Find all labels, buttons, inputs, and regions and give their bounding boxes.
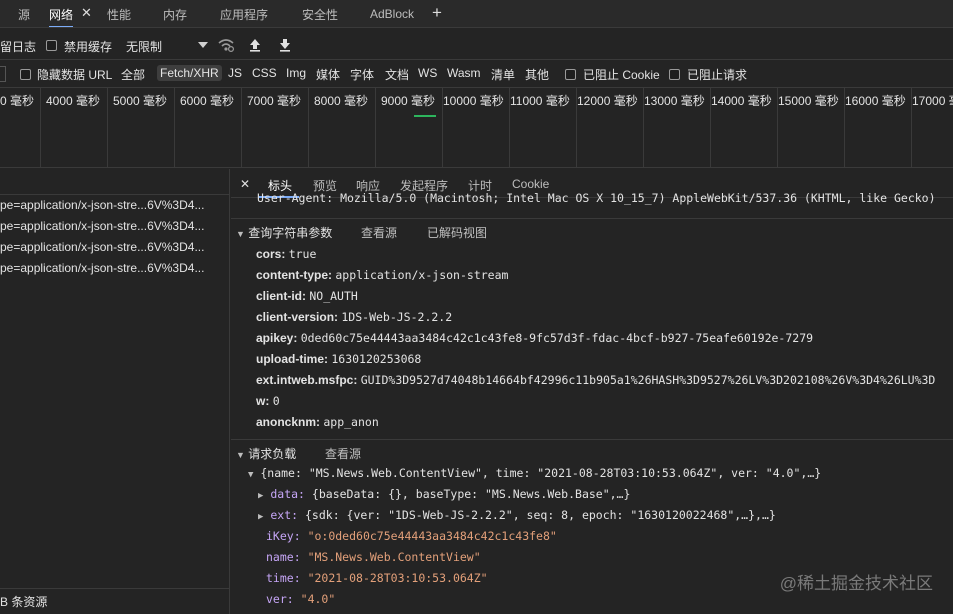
query-param: upload-time: 1630120253068 [256, 352, 422, 366]
filter-bar: 隐藏数据 URL 全部 Fetch/XHR JS CSS Img 媒体 字体 文… [0, 61, 953, 88]
request-payload-title[interactable]: ▼ 请求负载 [236, 445, 296, 462]
query-param: apikey: 0ded60c75e44443aa3484c42c1c43fe8… [256, 331, 814, 345]
import-har-icon[interactable] [248, 38, 262, 52]
filter-fetch-xhr[interactable]: Fetch/XHR [157, 65, 222, 81]
tab-memory[interactable]: 内存 [163, 0, 187, 27]
timeline-tick: 15000 毫秒 [778, 94, 839, 108]
tab-performance[interactable]: 性能 [107, 0, 131, 27]
table-row[interactable]: pe=application/x-json-stre...6V%3D4... [0, 216, 229, 237]
tab-application[interactable]: 应用程序 [220, 0, 268, 27]
resources-summary: B 条资源 [0, 588, 229, 614]
user-agent-line: User-Agent: Mozilla/5.0 (Macintosh; Inte… [257, 191, 936, 205]
filter-wasm[interactable]: Wasm [447, 66, 481, 80]
filter-manifest[interactable]: 清单 [491, 66, 515, 83]
network-toolbar: 留日志 禁用缓存 无限制 [0, 29, 953, 60]
timeline-gridline [241, 88, 242, 167]
timeline-tick: 6000 毫秒 [180, 94, 235, 108]
table-row[interactable]: pe=application/x-json-stre...6V%3D4... [0, 237, 229, 258]
filter-css[interactable]: CSS [252, 66, 277, 80]
query-param: client-version: 1DS-Web-JS-2.2.2 [256, 310, 453, 324]
timeline-overview[interactable]: 0 毫秒 4000 毫秒 5000 毫秒 6000 毫秒 7000 毫秒 800… [0, 88, 953, 168]
timeline-tick: 4000 毫秒 [46, 94, 101, 108]
query-param: client-id: NO_AUTH [256, 289, 358, 303]
blocked-requests-checkbox[interactable] [669, 69, 680, 80]
timeline-tick: 0 毫秒 [0, 94, 35, 108]
timeline-gridline [308, 88, 309, 167]
request-list-header [0, 169, 229, 195]
tab-sources[interactable]: 源 [18, 0, 30, 27]
table-row[interactable]: pe=application/x-json-stre...6V%3D4... [0, 195, 229, 216]
chevron-down-icon[interactable] [198, 41, 208, 49]
timeline-tick: 16000 毫秒 [845, 94, 906, 108]
payload-field: ver: "4.0" [266, 592, 336, 606]
query-string-section-header[interactable]: ▼ 查询字符串参数 查看源 已解码视图 [231, 218, 953, 243]
timeline-tick: 12000 毫秒 [577, 94, 638, 108]
request-payload-section-header[interactable]: ▼ 请求负载 查看源 [231, 439, 953, 464]
payload-field: name: "MS.News.Web.ContentView" [266, 550, 481, 564]
timeline-gridline [40, 88, 41, 167]
timeline-tick: 10000 毫秒 [443, 94, 504, 108]
payload-ext-node[interactable]: ▶ ext: {sdk: {ver: "1DS-Web-JS-2.2.2", s… [258, 508, 776, 522]
timeline-tick: 14000 毫秒 [711, 94, 772, 108]
timeline-tick: 17000 毫秒 [912, 94, 953, 108]
blocked-cookies-checkbox[interactable] [565, 69, 576, 80]
payload-field: time: "2021-08-28T03:10:53.064Z" [266, 571, 488, 585]
hide-data-urls-checkbox[interactable] [20, 69, 31, 80]
tab-network[interactable]: 网络 [49, 0, 74, 27]
timeline-tick: 7000 毫秒 [247, 94, 302, 108]
tab-adblock[interactable]: AdBlock [370, 0, 414, 27]
query-param: anoncknm: app_anon [256, 415, 379, 429]
add-tab-icon[interactable]: + [432, 3, 442, 23]
view-decoded-link[interactable]: 已解码视图 [427, 224, 487, 241]
timeline-tick: 13000 毫秒 [644, 94, 705, 108]
filter-doc[interactable]: 文档 [385, 66, 409, 83]
query-param: cors: true [256, 247, 317, 261]
devtools-tab-bar: 源 网络 ✕ 性能 内存 应用程序 安全性 AdBlock + [0, 0, 953, 28]
hide-data-urls-label: 隐藏数据 URL [37, 68, 113, 82]
payload-root[interactable]: ▼ {name: "MS.News.Web.ContentView", time… [248, 466, 821, 480]
tab-cookies[interactable]: Cookie [512, 177, 549, 191]
blocked-requests-label: 已阻止请求 [687, 68, 748, 82]
filter-ws[interactable]: WS [418, 66, 437, 80]
timeline-tick: 8000 毫秒 [314, 94, 369, 108]
export-har-icon[interactable] [278, 38, 292, 52]
wifi-settings-icon[interactable] [217, 37, 235, 53]
request-timing-bar [414, 115, 436, 117]
throttling-select[interactable]: 无限制 [126, 38, 162, 55]
query-param: ext.intweb.msfpc: GUID%3D9527d74048b1466… [256, 373, 936, 387]
filter-media[interactable]: 媒体 [316, 66, 340, 83]
disable-cache-label: 禁用缓存 [64, 40, 113, 54]
table-row[interactable]: pe=application/x-json-stre...6V%3D4... [0, 258, 229, 279]
query-param: w: 0 [256, 394, 280, 408]
watermark: @稀土掘金技术社区 [779, 574, 933, 593]
timeline-tick: 5000 毫秒 [113, 94, 168, 108]
filter-input[interactable] [0, 66, 6, 82]
blocked-cookies-label: 已阻止 Cookie [583, 68, 660, 82]
timeline-gridline [107, 88, 108, 167]
payload-field: iKey: "o:0ded60c75e44443aa3484c42c1c43fe… [266, 529, 557, 543]
filter-other[interactable]: 其他 [525, 66, 549, 83]
timeline-tick: 9000 毫秒 [381, 94, 436, 108]
payload-data-node[interactable]: ▶ data: {baseData: {}, baseType: "MS.New… [258, 487, 630, 501]
filter-all[interactable]: 全部 [121, 66, 145, 83]
timeline-gridline [174, 88, 175, 167]
timeline-gridline [375, 88, 376, 167]
view-source-link[interactable]: 查看源 [361, 224, 397, 241]
preserve-log-label[interactable]: 留日志 [0, 38, 36, 55]
payload-view-source-link[interactable]: 查看源 [325, 445, 361, 462]
disable-cache-checkbox[interactable] [46, 40, 57, 51]
tab-security[interactable]: 安全性 [302, 0, 338, 27]
filter-js[interactable]: JS [228, 66, 242, 80]
filter-font[interactable]: 字体 [350, 66, 374, 83]
timeline-tick: 11000 毫秒 [510, 94, 570, 108]
request-list: pe=application/x-json-stre...6V%3D4... p… [0, 169, 230, 614]
query-string-title[interactable]: ▼ 查询字符串参数 [236, 224, 332, 241]
close-tab-icon[interactable]: ✕ [81, 5, 92, 21]
request-details: ✕ 标头 预览 响应 发起程序 计时 Cookie User-Agent: Mo… [231, 169, 953, 614]
close-details-icon[interactable]: ✕ [240, 177, 250, 191]
filter-img[interactable]: Img [286, 66, 306, 80]
query-param: content-type: application/x-json-stream [256, 268, 509, 282]
